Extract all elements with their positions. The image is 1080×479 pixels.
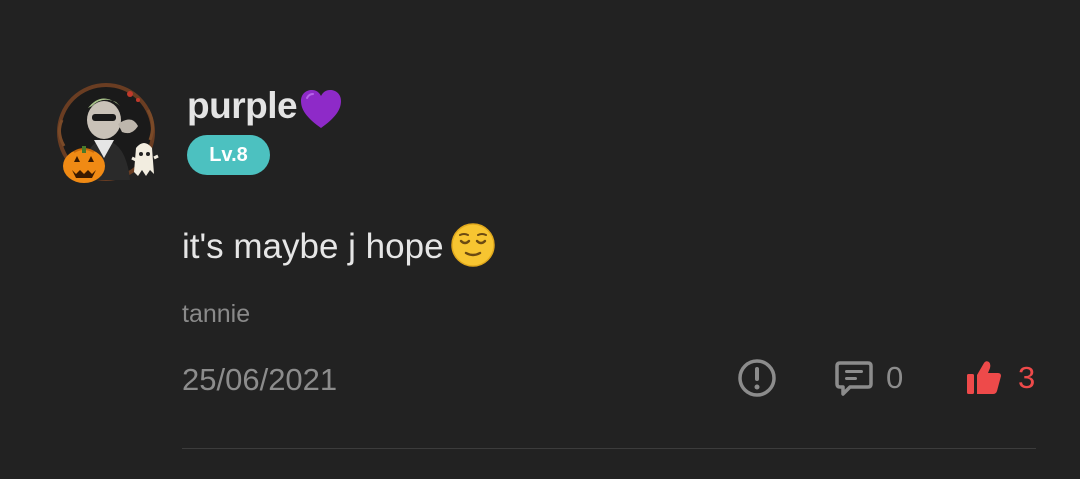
relieved-face-icon [450,223,495,267]
comment-date: 25/06/2021 [182,362,338,397]
divider [182,448,1036,449]
purple-heart-icon [301,90,342,128]
reply-button[interactable]: 0 [834,356,903,400]
exclamation-circle-icon [738,359,776,397]
like-count: 3 [1018,360,1036,395]
comment-text: it's maybe j hope [182,222,496,269]
reply-count: 0 [886,360,904,395]
comment-bubble-icon [835,361,873,396]
comment-item: purple Lv.8 it's maybe j hope tannie 25/… [0,0,1080,479]
thumbs-up-icon [967,361,1001,394]
avatar-frame-icon [57,83,159,183]
avatar[interactable] [52,80,162,190]
comment-text-content: it's maybe j hope [182,227,444,266]
comment-tag[interactable]: tannie [182,298,250,330]
username[interactable]: purple [187,84,343,130]
level-badge: Lv.8 [187,135,270,175]
username-text: purple [187,85,298,126]
like-button[interactable]: 3 [964,356,1035,400]
report-button[interactable] [735,356,779,400]
